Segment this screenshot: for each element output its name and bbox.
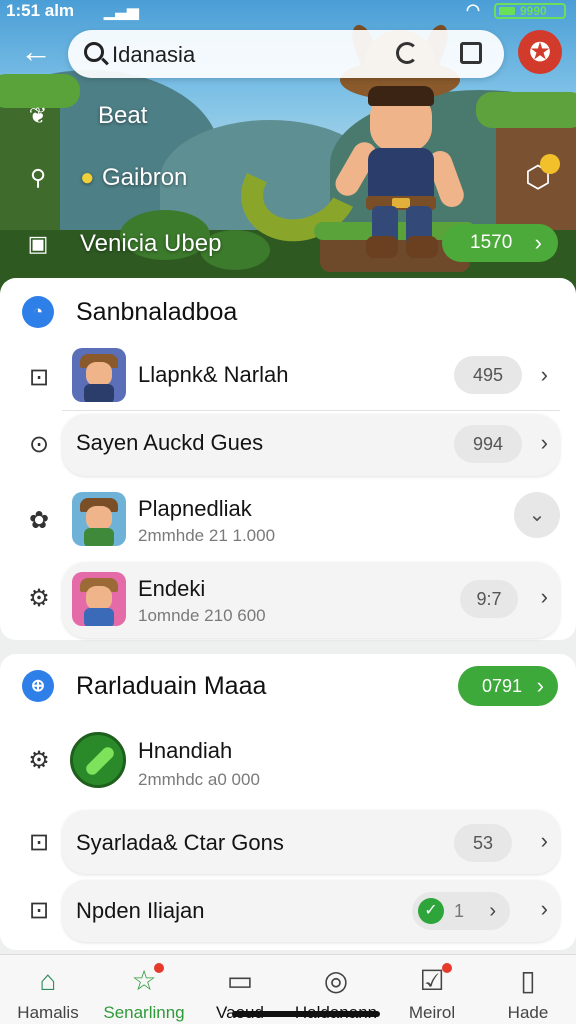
list-item[interactable]: ⊡ Llapnk& Narlah 495 › (0, 346, 576, 410)
chevron-right-icon: › (536, 673, 544, 698)
nav-phone[interactable]: ▯ Hade (480, 955, 576, 1024)
chevron-right-icon: › (540, 828, 548, 853)
notification-hex-icon[interactable]: ⬡ (520, 154, 560, 200)
hero-item-label: Venicia Ubep (80, 230, 222, 257)
game-thumbnail (72, 572, 126, 626)
section-cta-button[interactable]: 0791 › (458, 666, 558, 706)
list-item-title: Hnandiah (138, 738, 233, 763)
list-item-title: Llapnk& Narlah (138, 362, 289, 387)
list-item[interactable]: ⚙ Hnandiah 2mmhdc a0 000 (0, 724, 576, 808)
list-item[interactable]: ⊡ Syarlada& Ctar Gons 53 › (0, 808, 576, 876)
hero-cta-label: 1570 (470, 232, 513, 253)
game-thumbnail (72, 492, 126, 546)
list-item-subtitle: 2mmhde 21 1.000 (138, 526, 276, 545)
hero-banner: 1:51 alm ▁▃▅ ◠ 9990 ← ✪ ❦ Beat ⚲ ● Gaibr… (0, 0, 576, 300)
list-item-title: Endeki (138, 576, 206, 601)
list-item-title: Npden Iliajan (76, 898, 205, 923)
section-card-1: ◔ Sanbnaladboa ⊡ Llapnk& Narlah 495 › ⊙ … (0, 278, 576, 640)
chevron-right-icon: › (489, 900, 496, 922)
nav-home[interactable]: ⌂ Hamalis (0, 955, 96, 1024)
list-item[interactable]: ⊙ Sayen Auckd Gues 994 › (0, 410, 576, 480)
count-badge: 9:7 (460, 580, 518, 618)
back-arrow-icon[interactable]: ← (20, 34, 54, 68)
game-thumbnail (70, 732, 126, 788)
hero-cta-button[interactable]: 1570 › (442, 224, 558, 262)
briefcase-icon: ▣ (27, 231, 49, 256)
gear-icon: ⚙ (28, 585, 50, 612)
count-badge: 994 (454, 425, 522, 463)
list-item-title: Syarlada& Ctar Gons (76, 830, 284, 855)
list-item-subtitle: 1omnde 210 600 (138, 606, 266, 625)
hero-item-label: Beat (98, 102, 148, 129)
gamepad-icon: ⊕ (22, 670, 54, 702)
nav-label: Senarlinng (103, 1003, 185, 1022)
status-time: 1:51 alm (6, 1, 75, 20)
phone-icon: ▯ (520, 965, 536, 996)
notification-dot (442, 963, 452, 973)
count-badge: 53 (454, 824, 512, 862)
nav-label: Hamalis (17, 1003, 79, 1022)
list-item-title: Sayen Auckd Gues (76, 430, 264, 455)
lock-icon: ⊡ (28, 897, 50, 924)
search-bar[interactable] (68, 30, 504, 78)
bird-icon: ❦ (28, 103, 48, 128)
list-item[interactable]: ⊡ Npden Iliajan ✓ 1 › › (0, 878, 576, 944)
chevron-right-icon: › (534, 230, 542, 255)
notification-dot (540, 154, 560, 174)
game-thumbnail (72, 348, 126, 402)
chevron-right-icon: › (540, 584, 548, 609)
chevron-right-icon: › (540, 896, 548, 921)
gear-icon: ✿ (28, 507, 50, 534)
gear-icon: ⚙ (28, 747, 50, 774)
nav-label: Meirol (408, 1003, 456, 1022)
nav-inbox[interactable]: ☑ Meirol (384, 955, 480, 1024)
list-item-subtitle: 2mmhdc a0 000 (138, 770, 260, 789)
search-input[interactable] (112, 42, 372, 68)
chat-icon: ◔ (22, 296, 54, 328)
character-boot (366, 236, 398, 258)
status-toggle[interactable]: ✓ 1 › (412, 892, 510, 930)
lock-icon: ⊡ (28, 829, 50, 856)
section-cta-label: 0791 (482, 676, 523, 696)
list-item[interactable]: ⚙ Endeki 1omnde 210 600 9:7 › (0, 562, 576, 640)
window-icon[interactable] (460, 42, 482, 64)
list-item[interactable]: ✿ Plapnedliak 2mmhde 21 1.000 ⌄ (0, 484, 576, 562)
count-badge: 495 (454, 356, 522, 394)
battery-level: 9990 (520, 4, 547, 18)
notification-dot (154, 963, 164, 973)
refresh-icon[interactable] (396, 42, 418, 64)
list-item-title: Plapnedliak (138, 496, 252, 521)
nav-starred[interactable]: ☆ Senarlinng (96, 955, 192, 1024)
status-bar: 1:51 alm ▁▃▅ ◠ 9990 (0, 0, 576, 22)
battery-icon: 9990 (494, 3, 566, 19)
chevron-right-icon: › (540, 362, 548, 387)
home-icon: ⌂ (39, 965, 57, 996)
profile-avatar[interactable]: ✪ (518, 30, 562, 74)
character-boot (406, 236, 438, 258)
circle-dot-icon: ⊙ (28, 431, 50, 458)
wifi-icon: ◠ (466, 2, 480, 19)
section-title: Sanbnaladboa (76, 298, 238, 326)
checkmark-icon: ✓ (418, 898, 444, 924)
chevron-down-icon[interactable]: ⌄ (514, 492, 560, 538)
search-icon: ⚲ (29, 165, 47, 190)
lock-icon: ⊡ (28, 364, 50, 391)
signal-icon: ▁▃▅ (104, 3, 139, 20)
character-hair (368, 86, 434, 106)
pin-icon: ● (80, 164, 95, 191)
section-title: Rarladuain Maaa (76, 672, 267, 700)
card-icon: ▭ (226, 965, 254, 996)
status-count: 1 (454, 901, 465, 921)
chevron-right-icon: › (540, 430, 548, 455)
compass-icon: ◎ (323, 965, 349, 996)
home-indicator (232, 1011, 380, 1017)
nav-label: Hade (507, 1003, 549, 1022)
search-icon (84, 42, 104, 62)
hero-item-label: Gaibron (102, 164, 188, 191)
